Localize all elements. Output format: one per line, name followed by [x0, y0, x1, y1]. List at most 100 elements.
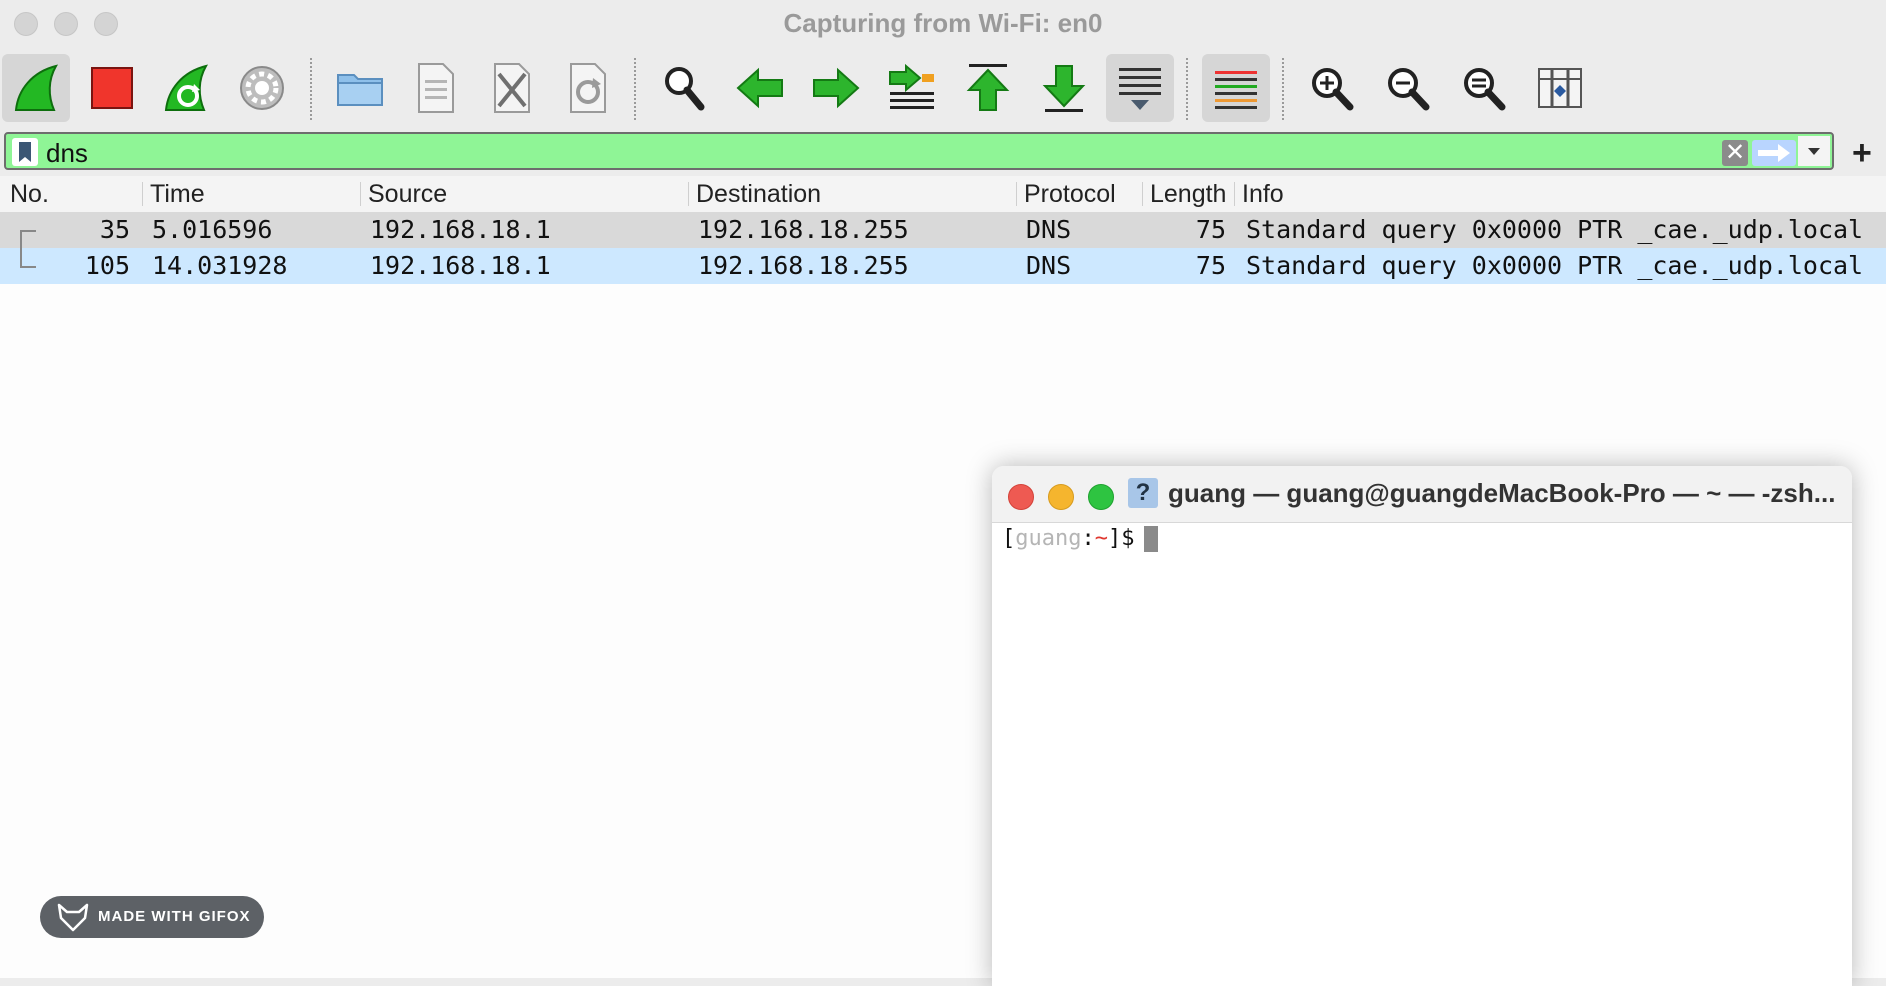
cell-info: Standard query 0x0000 PTR _cae._udp.loca…	[1246, 215, 1864, 244]
column-header-no[interactable]: No.	[10, 180, 49, 209]
terminal-window[interactable]: ? guang — guang@guangdeMacBook-Pro — ~ —…	[992, 466, 1852, 986]
open-file-button[interactable]	[326, 54, 394, 122]
terminal-zoom-button[interactable]	[1088, 484, 1114, 510]
capture-options-button[interactable]	[228, 54, 296, 122]
column-header-source[interactable]: Source	[368, 180, 447, 209]
arrow-right-icon	[1758, 144, 1790, 162]
column-divider	[360, 182, 361, 206]
zoom-out-icon	[1388, 68, 1430, 111]
column-header-destination[interactable]: Destination	[696, 180, 821, 209]
arrow-down-icon	[1042, 65, 1086, 112]
chevron-down-icon	[1808, 148, 1820, 155]
file-binary-icon	[418, 63, 454, 113]
add-filter-button-icon[interactable]: +	[1852, 134, 1872, 173]
start-capture-button[interactable]	[2, 54, 70, 122]
go-last-packet-button[interactable]	[1030, 54, 1098, 122]
packet-row-selected[interactable]: 105 14.031928 192.168.18.1 192.168.18.25…	[0, 248, 1886, 284]
zoom-reset-icon	[1464, 68, 1506, 111]
filter-text: dns	[46, 138, 88, 168]
terminal-minimize-button[interactable]	[1048, 484, 1074, 510]
arrow-left-icon	[736, 67, 783, 109]
shark-fin-icon	[14, 64, 59, 111]
go-to-packet-button[interactable]	[878, 54, 946, 122]
go-back-button[interactable]	[726, 54, 794, 122]
filter-bookmark-button[interactable]	[12, 138, 38, 166]
column-header-protocol[interactable]: Protocol	[1024, 180, 1116, 209]
colorize-button[interactable]	[1202, 54, 1270, 122]
cell-protocol: DNS	[1026, 251, 1072, 280]
filter-toolbar: dns ✕ +	[0, 128, 1886, 176]
cell-protocol: DNS	[1026, 215, 1072, 244]
cell-source: 192.168.18.1	[370, 215, 551, 244]
resize-columns-icon	[1538, 68, 1582, 108]
fox-icon	[57, 903, 89, 932]
column-header-time[interactable]: Time	[150, 180, 205, 209]
restart-capture-button[interactable]	[152, 54, 220, 122]
cell-no: 35	[99, 215, 130, 244]
resize-columns-button[interactable]	[1526, 54, 1594, 122]
terminal-title-bar: ? guang — guang@guangdeMacBook-Pro — ~ —…	[992, 466, 1852, 523]
display-filter-input[interactable]: dns ✕	[4, 132, 1834, 170]
cell-length: 75	[1195, 215, 1226, 244]
cell-destination: 192.168.18.255	[698, 215, 909, 244]
main-toolbar	[0, 46, 1886, 128]
magnifier-icon	[665, 67, 705, 111]
prompt-colon: :	[1081, 526, 1095, 551]
cell-length: 75	[1195, 251, 1226, 280]
column-header-length[interactable]: Length	[1150, 180, 1230, 209]
file-reload-icon	[570, 63, 606, 113]
column-divider	[1234, 182, 1235, 206]
text-cursor	[1144, 526, 1159, 552]
cell-info: Standard query 0x0000 PTR _cae._udp.loca…	[1246, 251, 1864, 280]
zoom-in-button[interactable]	[1298, 54, 1366, 122]
find-packet-button[interactable]	[650, 54, 718, 122]
terminal-close-button[interactable]	[1008, 484, 1034, 510]
toolbar-separator	[1282, 58, 1284, 120]
column-divider	[1142, 182, 1143, 206]
zoom-out-button[interactable]	[1374, 54, 1442, 122]
terminal-prompt[interactable]: [guang:~]$	[1002, 526, 1159, 552]
go-forward-button[interactable]	[802, 54, 870, 122]
cell-no: 105	[84, 251, 130, 280]
packet-list-header: No. Time Source Destination Protocol Len…	[0, 176, 1886, 213]
arrow-up-icon	[966, 64, 1010, 111]
restart-fin-icon	[164, 64, 209, 111]
cell-source: 192.168.18.1	[370, 251, 551, 280]
gear-icon	[240, 66, 284, 110]
goto-packet-icon	[889, 63, 934, 109]
go-first-packet-button[interactable]	[954, 54, 1022, 122]
apply-filter-button[interactable]	[1752, 140, 1796, 166]
close-file-button[interactable]	[478, 54, 546, 122]
toolbar-separator	[634, 58, 636, 120]
cell-time: 5.016596	[152, 215, 273, 244]
file-close-icon	[494, 63, 530, 113]
related-packet-marker	[20, 248, 36, 268]
column-divider	[688, 182, 689, 206]
filter-history-dropdown[interactable]	[1798, 136, 1830, 166]
folder-icon	[337, 74, 383, 106]
cell-destination: 192.168.18.255	[698, 251, 909, 280]
auto-scroll-button[interactable]	[1106, 54, 1174, 122]
column-header-info[interactable]: Info	[1242, 180, 1284, 209]
reload-file-button[interactable]	[554, 54, 622, 122]
clear-filter-button[interactable]: ✕	[1722, 140, 1748, 166]
zoom-in-icon	[1312, 68, 1354, 111]
title-bar: Capturing from Wi-Fi: en0	[0, 0, 1886, 46]
prompt-close: ]$	[1107, 526, 1135, 551]
watermark-label: MADE WITH GIFOX	[98, 908, 251, 925]
stop-square-icon	[91, 67, 133, 109]
column-divider	[142, 182, 143, 206]
column-divider	[1016, 182, 1017, 206]
folder-question-icon: ?	[1128, 478, 1158, 508]
terminal-title: guang — guang@guangdeMacBook-Pro — ~ — -…	[1168, 478, 1836, 508]
stop-capture-button[interactable]	[78, 54, 146, 122]
window-title: Capturing from Wi-Fi: en0	[783, 8, 1103, 38]
normal-size-button[interactable]	[1450, 54, 1518, 122]
packet-row[interactable]: 35 5.016596 192.168.18.1 192.168.18.255 …	[0, 212, 1886, 250]
arrow-right-icon	[813, 67, 860, 109]
save-file-button[interactable]	[402, 54, 470, 122]
prompt-user: guang	[1015, 526, 1082, 551]
toolbar-separator	[310, 58, 312, 120]
cell-time: 14.031928	[152, 251, 288, 280]
bookmark-icon	[19, 142, 31, 162]
